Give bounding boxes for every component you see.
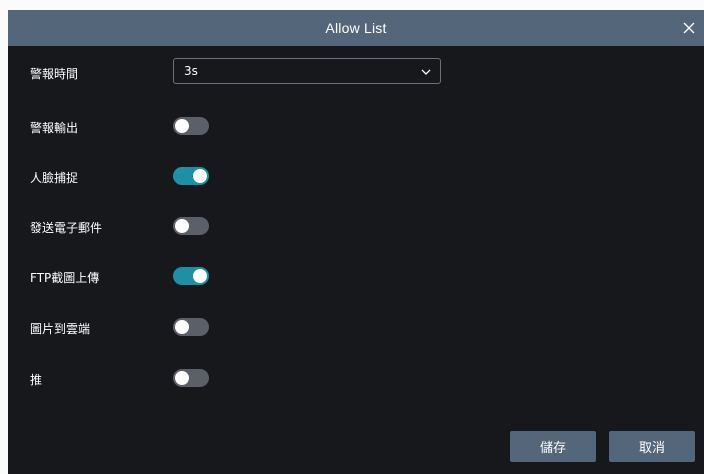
- cloud-image-toggle[interactable]: [173, 318, 209, 336]
- cancel-button[interactable]: 取消: [609, 431, 695, 462]
- close-icon[interactable]: [680, 19, 698, 37]
- ftp-upload-toggle[interactable]: [173, 267, 209, 285]
- toggle-knob: [193, 269, 207, 283]
- allow-list-dialog: Allow List 警報時間 3s 警報輸出 人臉捕捉 發送電子郵件 FTP截…: [8, 10, 704, 474]
- push-toggle[interactable]: [173, 369, 209, 387]
- toggle-knob: [193, 169, 207, 183]
- dialog-titlebar: Allow List: [8, 10, 704, 46]
- alarm-time-value: 3s: [184, 64, 198, 78]
- save-button[interactable]: 儲存: [510, 431, 596, 462]
- chevron-down-icon: [421, 69, 431, 75]
- face-capture-label: 人臉捕捉: [30, 171, 79, 185]
- alarm-time-select[interactable]: 3s: [173, 58, 441, 84]
- alarm-output-label: 警報輸出: [30, 121, 79, 135]
- face-capture-toggle[interactable]: [173, 167, 209, 185]
- alarm-time-label: 警報時間: [30, 67, 79, 81]
- toggle-knob: [175, 371, 189, 385]
- alarm-output-toggle[interactable]: [173, 117, 209, 135]
- dialog-title: Allow List: [325, 20, 387, 36]
- toggle-knob: [175, 119, 189, 133]
- send-email-toggle[interactable]: [173, 217, 209, 235]
- toggle-knob: [175, 219, 189, 233]
- toggle-knob: [175, 320, 189, 334]
- push-label: 推: [30, 373, 43, 387]
- send-email-label: 發送電子郵件: [30, 221, 103, 235]
- ftp-upload-label: FTP截圖上傳: [30, 271, 100, 285]
- cloud-image-label: 圖片到雲端: [30, 322, 91, 336]
